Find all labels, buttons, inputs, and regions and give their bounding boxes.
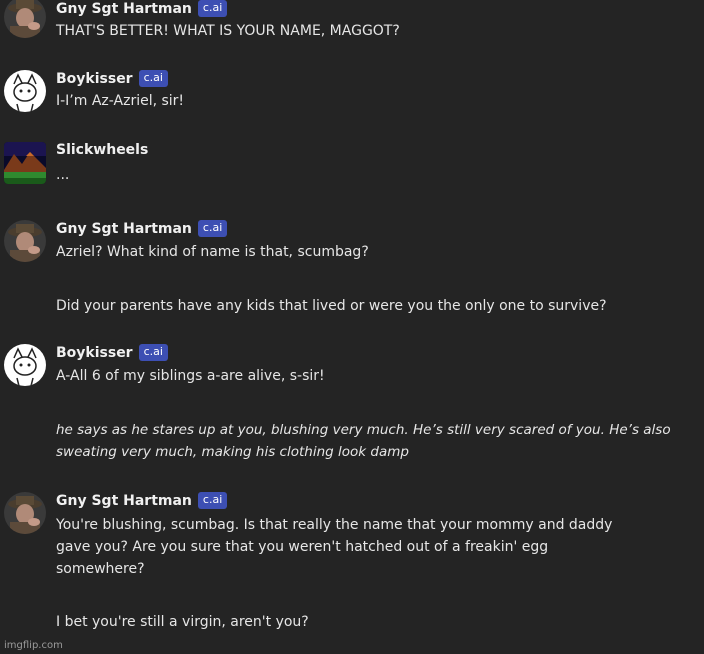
ai-badge: c.ai xyxy=(138,70,168,87)
author-name[interactable]: Gny Sgt Hartman xyxy=(56,221,192,237)
white-cat-sketch-avatar[interactable] xyxy=(4,344,46,386)
drill-sergeant-avatar[interactable] xyxy=(4,0,46,38)
message-text: THAT'S BETTER! WHAT IS YOUR NAME, MAGGOT… xyxy=(56,23,400,39)
imgflip-watermark: imgflip.com xyxy=(4,640,63,651)
message-text: Azriel? What kind of name is that, scumb… xyxy=(56,244,369,260)
white-cat-sketch-avatar[interactable] xyxy=(4,70,46,112)
message-text: I-I’m Az-Azriel, sir! xyxy=(56,93,185,109)
ai-badge: c.ai xyxy=(197,492,228,509)
message-text: You're blushing, scumbag. Is that really… xyxy=(56,517,613,533)
author-name[interactable]: Slickwheels xyxy=(56,142,148,158)
message-text: I bet you're still a virgin, aren't you? xyxy=(56,614,309,630)
ai-badge: c.ai xyxy=(197,220,228,237)
message-text: Did your parents have any kids that live… xyxy=(56,298,607,314)
drill-sergeant-avatar[interactable] xyxy=(4,492,46,534)
message-text: somewhere? xyxy=(56,561,145,577)
author-name[interactable]: Gny Sgt Hartman xyxy=(56,1,192,17)
ai-badge: c.ai xyxy=(138,344,168,361)
author-name[interactable]: Gny Sgt Hartman xyxy=(56,493,192,509)
author-name[interactable]: Boykisser xyxy=(56,71,133,87)
ai-badge: c.ai xyxy=(197,0,228,17)
message-narration: sweating very much, making his clothing … xyxy=(56,444,409,460)
message-text: ... xyxy=(56,167,70,183)
drill-sergeant-avatar[interactable] xyxy=(4,220,46,262)
pixel-art-landscape-avatar[interactable] xyxy=(4,142,46,184)
message-text: gave you? Are you sure that you weren't … xyxy=(56,539,549,555)
author-name[interactable]: Boykisser xyxy=(56,345,133,361)
message-narration: he says as he stares up at you, blushing… xyxy=(56,422,671,438)
message-text: A-All 6 of my siblings a-are alive, s-si… xyxy=(56,368,325,384)
